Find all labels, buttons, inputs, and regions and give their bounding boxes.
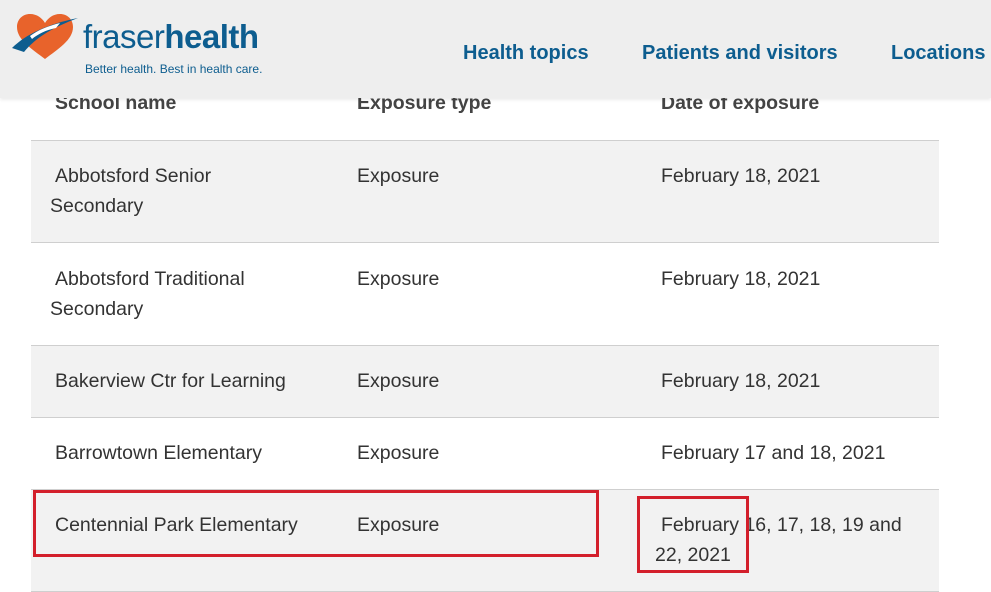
exposure-date-line: 22, 2021 <box>655 544 731 566</box>
table-row: Centennial Park Elementary Exposure Febr… <box>31 490 939 592</box>
school-name-cell: Abbotsford Senior Secondary <box>50 161 335 221</box>
exposure-type-cell: Exposure <box>357 514 440 536</box>
school-name-line: Bakerview Ctr for Learning <box>55 370 286 392</box>
school-name-line: Abbotsford Senior <box>55 165 212 187</box>
school-name-line: Secondary <box>50 298 144 320</box>
school-name-cell: Bakerview Ctr for Learning <box>55 366 335 396</box>
table-row: Abbotsford Senior Secondary Exposure Feb… <box>31 141 939 243</box>
table-row: Bakerview Ctr for Learning Exposure Febr… <box>31 346 939 418</box>
school-name-line: Secondary <box>50 195 144 217</box>
school-name-line: Abbotsford Traditional <box>55 268 245 290</box>
exposure-date-line: February 17 and 18, 2021 <box>661 442 886 464</box>
school-name-cell: Centennial Park Elementary <box>55 510 335 540</box>
exposure-date-cell: February 16, 17, 18, 19 and 22, 2021 <box>655 510 931 570</box>
school-exposures-table: School name Exposure type Date of exposu… <box>31 80 939 592</box>
school-name-cell: Barrowtown Elementary <box>55 438 335 468</box>
school-name-line: Centennial Park Elementary <box>55 514 298 536</box>
site-header: fraserhealth Better health. Best in heal… <box>0 0 991 98</box>
exposure-type-cell: Exposure <box>357 442 440 464</box>
exposure-date-line: February 18, 2021 <box>661 370 821 392</box>
main-nav: Health topics Patients and visitors Loca… <box>0 42 991 66</box>
exposure-date-cell: February 17 and 18, 2021 <box>661 438 931 468</box>
nav-patients-and-visitors[interactable]: Patients and visitors <box>642 42 838 65</box>
nav-locations[interactable]: Locations <box>891 42 985 65</box>
exposure-type-cell: Exposure <box>357 268 440 290</box>
school-name-line: Barrowtown Elementary <box>55 442 262 464</box>
exposure-type-cell: Exposure <box>357 370 440 392</box>
exposure-type-cell: Exposure <box>357 165 440 187</box>
school-name-cell: Abbotsford Traditional Secondary <box>50 264 335 324</box>
exposure-date-line: February 18, 2021 <box>661 165 821 187</box>
nav-health-topics[interactable]: Health topics <box>463 42 589 65</box>
table-row: Barrowtown Elementary Exposure February … <box>31 418 939 490</box>
table-row: Abbotsford Traditional Secondary Exposur… <box>31 243 939 346</box>
exposure-date-cell: February 18, 2021 <box>661 161 931 191</box>
exposure-date-cell: February 18, 2021 <box>661 264 931 294</box>
exposure-date-cell: February 18, 2021 <box>661 366 931 396</box>
exposure-date-line: February 16, 17, 18, 19 and <box>661 514 902 536</box>
exposure-date-line: February 18, 2021 <box>661 268 821 290</box>
